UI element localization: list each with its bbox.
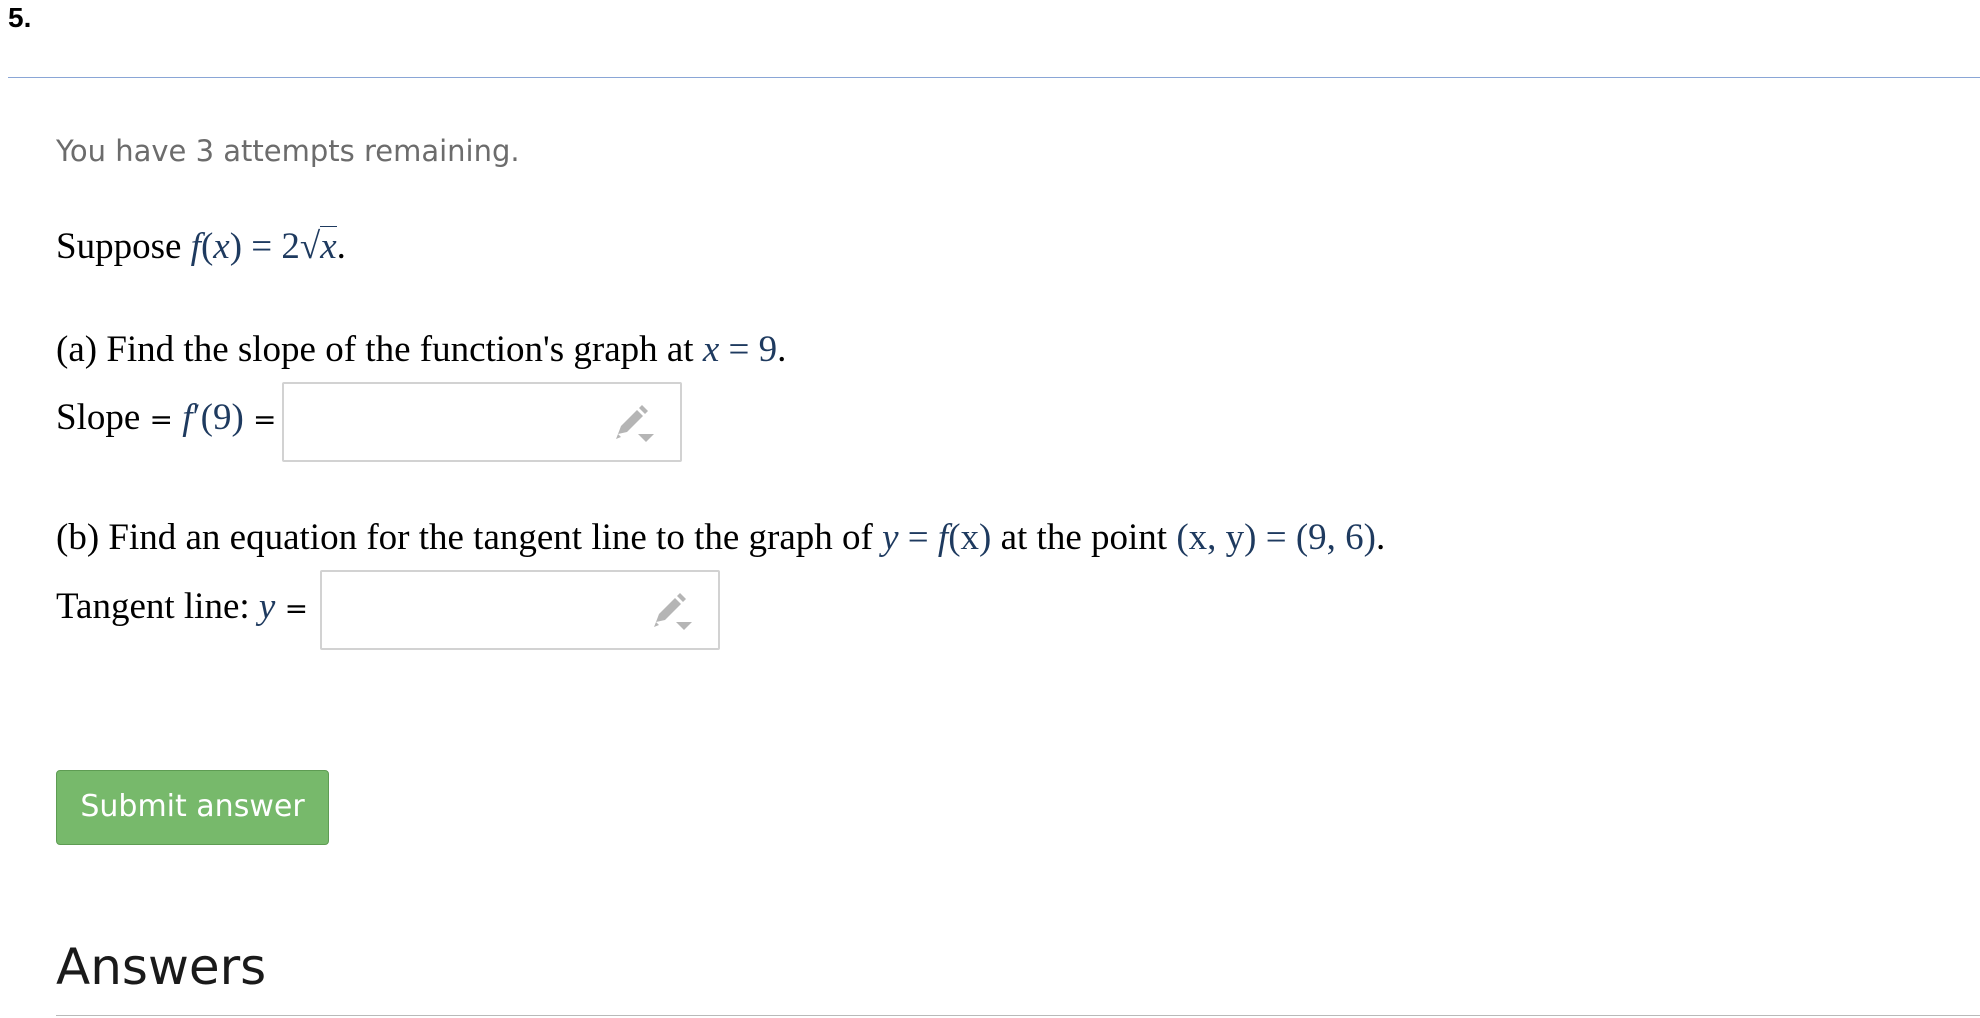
slope-label: Slope = f′(9) = [56,397,277,438]
pencil-dropdown-icon[interactable] [650,592,694,632]
part-b-point-math: (x, y) = (9, 6) [1176,517,1377,558]
part-b-function-math: y = f(x) [882,517,992,558]
question-number: 5. [8,2,32,33]
part-a-math: x = 9 [702,329,778,370]
tangent-line-label: Tangent line: y = [56,586,309,627]
question-page: 5. You have 3 attempts remaining. Suppos… [0,0,1980,1018]
suppose-word: Suppose [56,226,182,267]
header-divider [8,77,1980,78]
tangent-y-math: y [258,586,276,627]
answers-divider [56,1015,1980,1016]
submit-answer-button[interactable]: Submit answer [56,770,329,845]
function-definition: f(x) = 2√x [190,226,337,267]
slope-derivative-math: f′(9) [182,397,244,438]
problem-statement: Suppose f(x) = 2√x. [56,226,346,267]
part-b-prompt: (b) Find an equation for the tangent lin… [56,517,1386,558]
pencil-dropdown-icon[interactable] [612,404,656,444]
part-a-prompt: (a) Find the slope of the function's gra… [56,329,787,370]
answers-heading: Answers [56,938,267,996]
attempts-remaining: You have 3 attempts remaining. [56,134,520,168]
